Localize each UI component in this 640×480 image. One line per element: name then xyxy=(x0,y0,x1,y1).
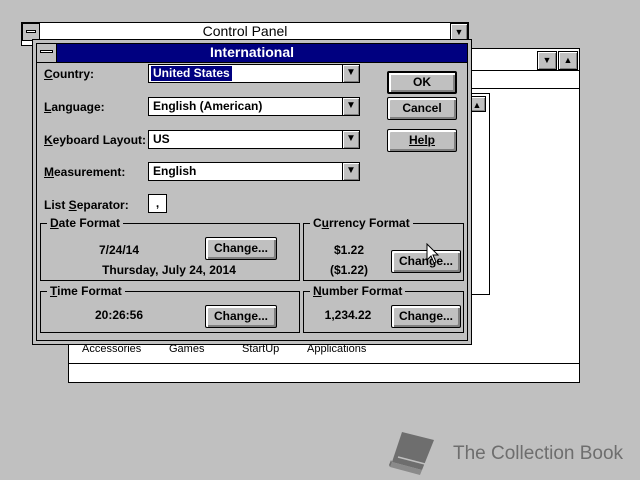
time-format-change-button[interactable]: Change... xyxy=(205,305,277,328)
country-value: United States xyxy=(151,66,232,81)
time-format-title: Time Format xyxy=(47,284,125,298)
date-format-group: Date Format 7/24/14 Thursday, July 24, 2… xyxy=(40,216,300,281)
language-label: Language: xyxy=(44,100,105,114)
list-separator-input[interactable]: , xyxy=(148,194,167,213)
language-dropdown[interactable]: English (American) ▼ xyxy=(148,97,360,116)
dialog-titlebar[interactable]: International xyxy=(37,44,467,62)
control-panel-title: Control Panel xyxy=(202,23,288,39)
keyboard-layout-dropdown[interactable]: US ▼ xyxy=(148,130,360,149)
dialog-system-menu-icon[interactable] xyxy=(37,44,57,62)
date-format-title: Date Format xyxy=(47,216,124,230)
cancel-button[interactable]: Cancel xyxy=(387,97,457,120)
country-label: Country: xyxy=(44,67,94,81)
time-value: 20:26:56 xyxy=(94,308,144,322)
measurement-dropdown-arrow-icon[interactable]: ▼ xyxy=(342,163,359,180)
main-window-maximize-icon[interactable]: ▲ xyxy=(558,51,578,70)
list-separator-label: List Separator: xyxy=(44,198,129,212)
dialog-titlebar-divider xyxy=(37,62,467,63)
dialog-title: International xyxy=(209,44,294,60)
country-dropdown-arrow-icon[interactable]: ▼ xyxy=(342,65,359,82)
country-dropdown[interactable]: United States ▼ xyxy=(148,64,360,83)
date-format-change-button[interactable]: Change... xyxy=(205,237,277,260)
currency-positive-value: $1.22 xyxy=(333,243,365,257)
time-format-group: Time Format 20:26:56 Change... xyxy=(40,284,300,333)
language-value: English (American) xyxy=(153,99,263,113)
mouse-cursor-icon xyxy=(426,243,440,264)
watermark-text: The Collection Book xyxy=(453,443,624,464)
date-short-value: 7/24/14 xyxy=(98,243,140,257)
currency-negative-value: ($1.22) xyxy=(329,263,369,277)
ok-button[interactable]: OK xyxy=(387,71,457,94)
number-format-change-button[interactable]: Change... xyxy=(391,305,461,328)
main-window-minimize-icon[interactable]: ▼ xyxy=(537,51,557,70)
number-value: 1,234.22 xyxy=(324,308,372,322)
keyboard-layout-dropdown-arrow-icon[interactable]: ▼ xyxy=(342,131,359,148)
measurement-value: English xyxy=(153,164,197,178)
date-long-value: Thursday, July 24, 2014 xyxy=(102,263,236,277)
number-format-group: Number Format 1,234.22 Change... xyxy=(303,284,464,333)
measurement-dropdown[interactable]: English ▼ xyxy=(148,162,360,181)
help-button[interactable]: Help xyxy=(387,129,457,152)
language-dropdown-arrow-icon[interactable]: ▼ xyxy=(342,98,359,115)
number-format-title: Number Format xyxy=(310,284,406,298)
book-icon xyxy=(389,432,434,475)
keyboard-layout-label: Keyboard Layout: xyxy=(44,133,147,147)
main-window-hscroll[interactable] xyxy=(69,363,579,382)
keyboard-layout-value: US xyxy=(153,132,170,146)
measurement-label: Measurement: xyxy=(44,165,126,179)
currency-format-title: Currency Format xyxy=(310,216,413,230)
